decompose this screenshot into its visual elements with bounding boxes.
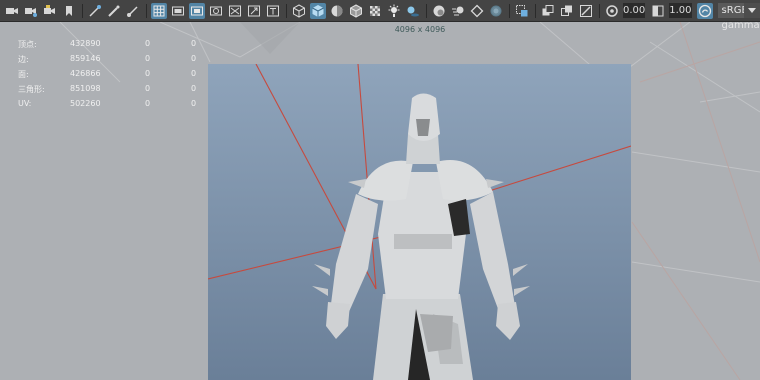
hud-row-faces: 面: 426866 0 0 xyxy=(18,69,218,84)
hud-value: 851098 xyxy=(70,84,101,93)
hud-value: 0 xyxy=(191,39,197,48)
toolbar-separator xyxy=(146,3,147,18)
gamma-icon[interactable] xyxy=(650,3,666,19)
toolbar-separator xyxy=(535,3,536,18)
color-management-icon[interactable] xyxy=(696,2,713,19)
exposure-field[interactable]: 0.00 xyxy=(623,3,646,18)
hud-label: UV: xyxy=(18,99,32,108)
hud-value: 0 xyxy=(191,84,197,93)
shadows-icon[interactable] xyxy=(405,3,421,19)
image-plane-icon[interactable] xyxy=(87,3,103,19)
hud-value: 0 xyxy=(145,54,151,63)
isolate-select-icon[interactable] xyxy=(514,3,530,19)
character-silhouette xyxy=(312,93,530,380)
safe-title-icon[interactable] xyxy=(265,3,281,19)
xray-icon[interactable] xyxy=(540,3,556,19)
poly-count-hud: 顶点: 432890 0 0 边: 859146 0 0 面: 426866 0… xyxy=(18,39,218,114)
depth-of-field-icon[interactable] xyxy=(488,3,504,19)
brush-icon[interactable] xyxy=(125,3,141,19)
hud-row-edges: 边: 859146 0 0 xyxy=(18,54,218,69)
xray-components-icon[interactable] xyxy=(578,3,594,19)
motion-blur-icon[interactable] xyxy=(450,3,466,19)
film-gate-icon[interactable] xyxy=(170,3,186,19)
hud-label: 顶点: xyxy=(18,40,37,49)
toolbar-separator xyxy=(509,3,510,18)
hud-value: 0 xyxy=(191,99,197,108)
character-model[interactable] xyxy=(208,64,631,380)
hud-value: 0 xyxy=(145,99,151,108)
panel-toolbar: 0.00 1.00 sRGB gamma xyxy=(0,0,760,31)
hud-label: 三角形: xyxy=(18,85,45,94)
camera-icon[interactable] xyxy=(4,3,20,19)
anti-alias-icon[interactable] xyxy=(469,3,485,19)
hud-value: 0 xyxy=(145,69,151,78)
use-all-lights-icon[interactable] xyxy=(386,3,402,19)
gate-mask-icon[interactable] xyxy=(208,3,224,19)
wireframe-icon[interactable] xyxy=(291,3,307,19)
chevron-down-icon xyxy=(744,3,760,18)
hud-row-uvs: UV: 502260 0 0 xyxy=(18,99,218,114)
hud-value: 0 xyxy=(191,54,197,63)
gamma-field[interactable]: 1.00 xyxy=(669,3,692,18)
xray-joints-icon[interactable] xyxy=(559,3,575,19)
texture-panel xyxy=(208,64,631,380)
camera-attributes-icon[interactable] xyxy=(23,3,39,19)
hud-label: 面: xyxy=(18,70,29,79)
safe-action-icon[interactable] xyxy=(246,3,262,19)
hud-row-triangles: 三角形: 851098 0 0 xyxy=(18,84,218,99)
toolbar-separator xyxy=(599,3,600,18)
shade-wireframe-icon[interactable] xyxy=(329,3,345,19)
toolbar-separator xyxy=(286,3,287,18)
bookmark-camera-icon[interactable] xyxy=(42,3,58,19)
hud-value: 0 xyxy=(191,69,197,78)
hud-value: 0 xyxy=(145,84,151,93)
color-space-dropdown[interactable]: sRGB gamma xyxy=(717,3,760,31)
exposure-icon[interactable] xyxy=(604,3,620,19)
field-chart-icon[interactable] xyxy=(227,3,243,19)
hud-value: 502260 xyxy=(70,99,101,108)
hud-label: 边: xyxy=(18,55,29,64)
resolution-label: 4096 x 4096 xyxy=(394,25,446,34)
toolbar-separator xyxy=(426,3,427,18)
grid-icon[interactable] xyxy=(151,2,167,19)
hud-value: 859146 xyxy=(70,54,101,63)
viewport-3d[interactable]: 4096 x 4096 顶点: 432890 0 0 边: 859146 0 0… xyxy=(0,22,760,380)
grease-pencil-icon[interactable] xyxy=(106,3,122,19)
smooth-shade-icon[interactable] xyxy=(310,2,326,19)
textured-icon[interactable] xyxy=(367,3,383,19)
hud-row-vertices: 顶点: 432890 0 0 xyxy=(18,39,218,54)
ambient-occlusion-icon[interactable] xyxy=(431,3,447,19)
toolbar-separator xyxy=(82,3,83,18)
wireframe-on-shaded-icon[interactable] xyxy=(348,3,364,19)
bookmark-icon[interactable] xyxy=(61,3,77,19)
hud-value: 0 xyxy=(145,39,151,48)
hud-value: 432890 xyxy=(70,39,101,48)
resolution-gate-icon[interactable] xyxy=(189,2,205,19)
hud-value: 426866 xyxy=(70,69,101,78)
